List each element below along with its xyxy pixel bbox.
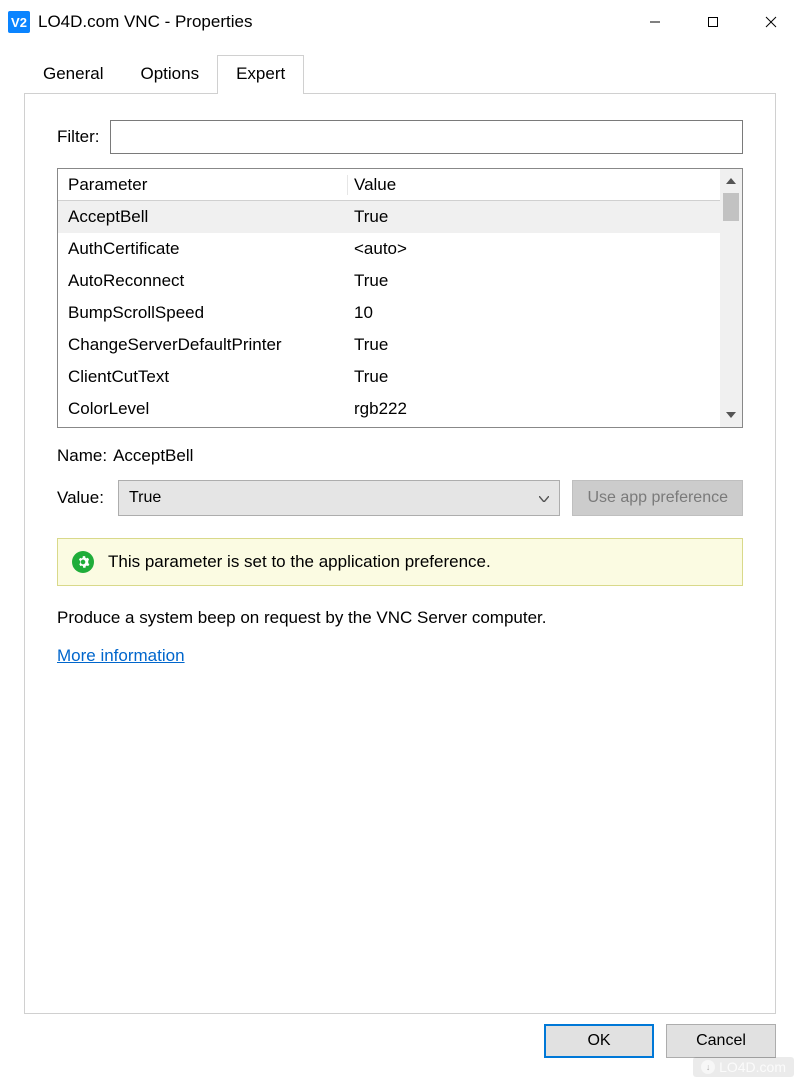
tab-strip: General Options Expert bbox=[24, 54, 776, 94]
scroll-down-icon[interactable] bbox=[720, 403, 742, 427]
scroll-up-icon[interactable] bbox=[720, 169, 742, 193]
col-header-value[interactable]: Value bbox=[348, 175, 720, 195]
filter-label: Filter: bbox=[57, 127, 100, 147]
watermark-text: LO4D.com bbox=[719, 1059, 786, 1075]
tab-options[interactable]: Options bbox=[121, 55, 218, 94]
more-information-link[interactable]: More information bbox=[57, 646, 185, 666]
cell-param: ClientCutText bbox=[58, 367, 348, 387]
cell-param: BumpScrollSpeed bbox=[58, 303, 348, 323]
download-icon: ↓ bbox=[701, 1060, 715, 1074]
table-header[interactable]: Parameter Value bbox=[58, 169, 720, 201]
cell-value: True bbox=[348, 207, 720, 227]
cell-value: True bbox=[348, 367, 720, 387]
cell-param: AutoReconnect bbox=[58, 271, 348, 291]
parameter-description: Produce a system beep on request by the … bbox=[57, 608, 743, 628]
cell-value: True bbox=[348, 335, 720, 355]
titlebar: V2 LO4D.com VNC - Properties bbox=[0, 0, 800, 44]
value-label: Value: bbox=[57, 488, 104, 508]
parameter-table: Parameter Value AcceptBell True AuthCert… bbox=[57, 168, 743, 428]
table-row[interactable]: ClientCutText True bbox=[58, 361, 720, 393]
info-banner-text: This parameter is set to the application… bbox=[108, 552, 491, 572]
watermark: ↓ LO4D.com bbox=[693, 1057, 794, 1077]
table-row[interactable]: AutoReconnect True bbox=[58, 265, 720, 297]
scroll-track[interactable] bbox=[723, 193, 739, 403]
window-controls bbox=[626, 0, 800, 44]
table-row[interactable]: ChangeServerDefaultPrinter True bbox=[58, 329, 720, 361]
gear-icon bbox=[72, 551, 94, 573]
table-row[interactable]: AcceptBell True bbox=[58, 201, 720, 233]
scrollbar[interactable] bbox=[720, 169, 742, 427]
cell-value: rgb222 bbox=[348, 399, 720, 419]
table-row[interactable]: DotWhenNoCursor True bbox=[58, 425, 720, 427]
cell-value: 10 bbox=[348, 303, 720, 323]
maximize-button[interactable] bbox=[684, 2, 742, 42]
col-header-parameter[interactable]: Parameter bbox=[58, 175, 348, 195]
tab-general[interactable]: General bbox=[24, 55, 122, 94]
scroll-thumb[interactable] bbox=[723, 193, 739, 221]
cell-value: True bbox=[348, 271, 720, 291]
name-value: AcceptBell bbox=[113, 446, 193, 466]
close-button[interactable] bbox=[742, 2, 800, 42]
tab-panel-expert: Filter: Parameter Value AcceptBell True … bbox=[24, 94, 776, 1014]
use-preference-button[interactable]: Use app preference bbox=[572, 480, 743, 516]
filter-input[interactable] bbox=[110, 120, 744, 154]
cell-value: <auto> bbox=[348, 239, 720, 259]
chevron-down-icon bbox=[539, 489, 549, 507]
table-row[interactable]: ColorLevel rgb222 bbox=[58, 393, 720, 425]
window-title: LO4D.com VNC - Properties bbox=[38, 12, 626, 32]
detail-value-row: Value: True Use app preference bbox=[57, 480, 743, 516]
table-row[interactable]: BumpScrollSpeed 10 bbox=[58, 297, 720, 329]
dialog-buttons: OK Cancel bbox=[0, 1014, 800, 1058]
cell-param: AcceptBell bbox=[58, 207, 348, 227]
filter-row: Filter: bbox=[57, 120, 743, 154]
ok-button[interactable]: OK bbox=[544, 1024, 654, 1058]
table-row[interactable]: AuthCertificate <auto> bbox=[58, 233, 720, 265]
name-label: Name: bbox=[57, 446, 107, 466]
value-dropdown-text: True bbox=[129, 489, 161, 507]
value-dropdown[interactable]: True bbox=[118, 480, 561, 516]
cell-param: ColorLevel bbox=[58, 399, 348, 419]
cell-param: AuthCertificate bbox=[58, 239, 348, 259]
detail-name-row: Name: AcceptBell bbox=[57, 446, 743, 466]
cancel-button[interactable]: Cancel bbox=[666, 1024, 776, 1058]
cell-param: ChangeServerDefaultPrinter bbox=[58, 335, 348, 355]
minimize-button[interactable] bbox=[626, 2, 684, 42]
app-icon: V2 bbox=[8, 11, 30, 33]
info-banner: This parameter is set to the application… bbox=[57, 538, 743, 586]
tab-expert[interactable]: Expert bbox=[217, 55, 304, 94]
